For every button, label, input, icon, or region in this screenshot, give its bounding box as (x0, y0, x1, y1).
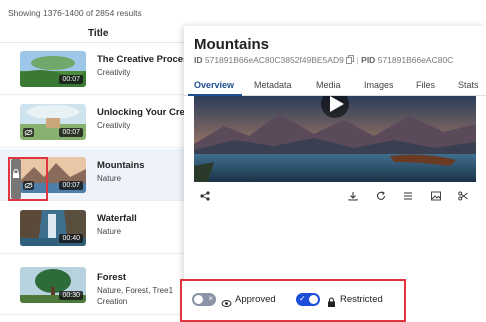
media-preview[interactable] (194, 96, 476, 182)
approved-label: Approved (235, 294, 276, 305)
list-row[interactable]: 00:07 The Creative Proces Creativity (0, 43, 190, 95)
duration-badge: 00:07 (59, 181, 83, 190)
list-row[interactable]: 00:40 Waterfall Nature (0, 202, 190, 254)
list-row[interactable]: 00:07 Unlocking Your Crea Creativity (0, 96, 190, 148)
row-category: Creation (97, 297, 128, 306)
duration-badge: 00:40 (59, 234, 83, 243)
tab-metadata[interactable]: Metadata (254, 80, 292, 90)
tab-overview[interactable]: Overview (194, 80, 234, 90)
column-header-title[interactable]: Title (88, 28, 108, 39)
panel-title: Mountains (194, 36, 269, 53)
id-label: ID (194, 55, 203, 65)
scissors-icon[interactable] (458, 191, 468, 204)
lock-icon (327, 294, 336, 312)
restricted-label: Restricted (340, 294, 383, 305)
row-title[interactable]: Waterfall (97, 213, 137, 224)
image-icon[interactable] (431, 191, 441, 204)
thumbnail[interactable]: 00:30 (20, 267, 86, 303)
status-toggles: × Approved ✓ Restricted (180, 279, 406, 322)
row-title[interactable]: Unlocking Your Crea (97, 107, 190, 118)
approved-toggle[interactable]: × (192, 293, 216, 306)
media-toolbar (194, 189, 476, 207)
duration-badge: 00:30 (59, 291, 83, 300)
restricted-toggle[interactable]: ✓ (296, 293, 320, 306)
pid-value: 571891B66eAC80C (377, 55, 454, 65)
tab-files[interactable]: Files (416, 80, 435, 90)
list-row[interactable]: 00:30 Forest Nature, Forest, Tree1 Creat… (0, 255, 190, 315)
duration-badge: 00:07 (59, 75, 83, 84)
id-value: 571891B66eAC80C3852f49BE5AD9 (204, 55, 344, 65)
refresh-icon[interactable] (376, 191, 386, 204)
row-title[interactable]: Forest (97, 272, 126, 283)
thumbnail[interactable]: 00:07 (20, 51, 86, 87)
visibility-off-icon (23, 128, 34, 137)
eye-icon (221, 295, 232, 313)
tab-images[interactable]: Images (364, 80, 394, 90)
row-category: Creativity (97, 68, 131, 77)
thumbnail[interactable]: 00:07 (20, 104, 86, 140)
row-category: Nature (97, 174, 122, 183)
row-category: Creativity (97, 121, 131, 130)
id-line: ID 571891B66eAC80C3852f49BE5AD9 | PID 57… (194, 55, 454, 66)
duration-badge: 00:07 (59, 128, 83, 137)
results-count: Showing 1376-1400 of 2854 results (8, 8, 142, 18)
row-category: Nature (97, 227, 122, 236)
pid-label: PID (361, 55, 376, 65)
row-title[interactable]: Mountains (97, 160, 145, 171)
copy-icon[interactable] (346, 55, 355, 66)
share-icon[interactable] (200, 191, 210, 204)
detail-panel: Mountains ID 571891B66eAC80C3852f49BE5AD… (184, 26, 486, 322)
tab-media[interactable]: Media (316, 80, 341, 90)
row-tags: Nature, Forest, Tree1 (97, 286, 174, 295)
row-title[interactable]: The Creative Proces (97, 54, 188, 65)
list-icon[interactable] (403, 191, 413, 204)
download-icon[interactable] (348, 191, 358, 204)
tab-bar: Overview Metadata Media Images Files Sta… (184, 74, 486, 96)
thumbnail[interactable]: 00:40 (20, 210, 86, 246)
tab-stats[interactable]: Stats (458, 80, 479, 90)
highlight-box (8, 157, 48, 201)
